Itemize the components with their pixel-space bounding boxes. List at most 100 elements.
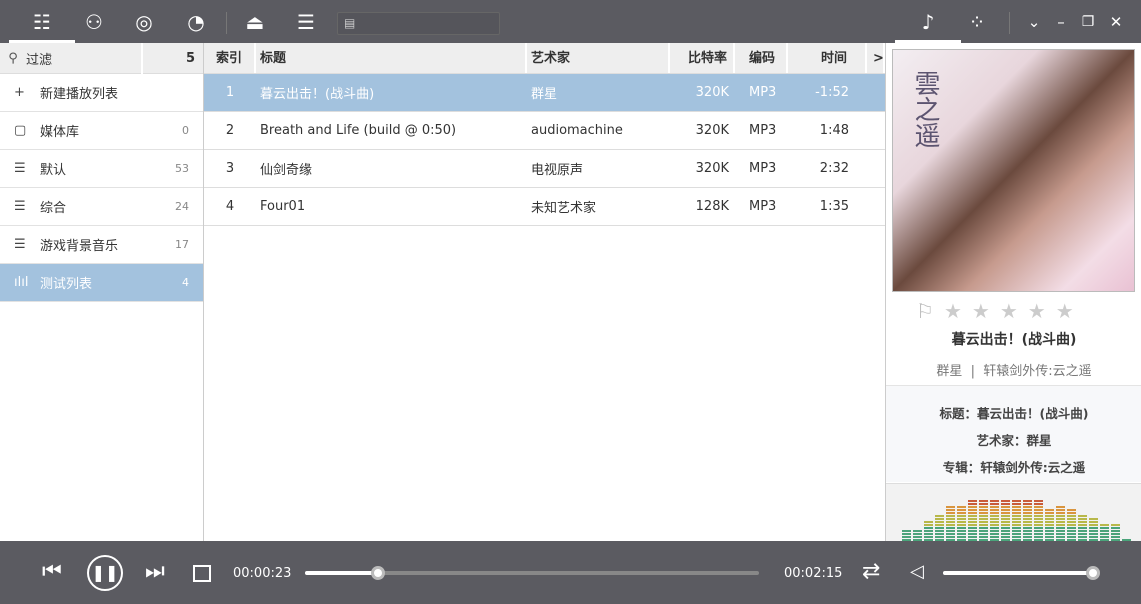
- sidebar: ⚲ 过滤 5 + 新建播放列表 ▢ 媒体库 0 ☰ 默认 53 ☰ 综合 24 …: [0, 42, 204, 541]
- spectrum-bar: [1001, 530, 1010, 532]
- spectrum-bar: [1034, 518, 1043, 520]
- pause-button[interactable]: ❚❚: [87, 555, 123, 591]
- spectrum-bar: [1056, 530, 1065, 532]
- spectrum-bar: [968, 503, 977, 505]
- playlist-icon[interactable]: ☷: [9, 8, 75, 43]
- sidebar-item-label: 新建播放列表: [40, 87, 119, 102]
- apps-icon[interactable]: ⁘: [962, 8, 992, 36]
- bookmark-icon[interactable]: ⚐: [916, 299, 934, 323]
- player-controls: ⏮ ❚❚ ⏭ 00:00:23 00:02:15 ⇄ ◁: [0, 541, 1141, 604]
- spectrum-bar: [1056, 527, 1065, 529]
- spectrum-bar: [1023, 518, 1032, 520]
- spectrum-bar: [1089, 521, 1098, 523]
- spectrum-bar: [1078, 533, 1087, 535]
- progress-handle[interactable]: [370, 566, 385, 580]
- sidebar-item[interactable]: ☰ 游戏背景音乐 17: [0, 226, 203, 264]
- sidebar-item[interactable]: ☰ 综合 24: [0, 188, 203, 226]
- table-row[interactable]: 1 暮云出击！(战斗曲) 群星 320K MP3 -1:52: [204, 74, 885, 112]
- user-icon[interactable]: ⚇: [79, 8, 109, 36]
- column-header[interactable]: >: [867, 43, 885, 73]
- spectrum-bar: [979, 536, 988, 538]
- spectrum-bar: [924, 533, 933, 535]
- sidebar-item-count: 17: [175, 238, 189, 251]
- spectrum-bar: [1012, 521, 1021, 523]
- previous-icon[interactable]: ⏮: [42, 559, 62, 584]
- gauge-icon[interactable]: ◔: [181, 8, 211, 36]
- column-header[interactable]: 艺术家: [527, 43, 670, 73]
- spectrum-bar: [990, 515, 999, 517]
- spectrum-bar: [1034, 521, 1043, 523]
- star-icon[interactable]: ★: [1056, 299, 1074, 323]
- eject-icon[interactable]: ⏏: [240, 8, 270, 36]
- table-cell: -1:52: [815, 85, 849, 100]
- spectrum-bar: [990, 503, 999, 505]
- table-row[interactable]: 2 Breath and Life (build @ 0:50) audiomach…: [204, 112, 885, 150]
- restore-icon[interactable]: ❐: [1073, 8, 1103, 36]
- close-icon[interactable]: ✕: [1101, 8, 1131, 36]
- table-row[interactable]: 3 仙剑奇缘 电视原声 320K MP3 2:32: [204, 150, 885, 188]
- spectrum-bar: [1056, 521, 1065, 523]
- spectrum-bar: [924, 527, 933, 529]
- repeat-icon[interactable]: ⇄: [862, 559, 880, 584]
- document-icon: ▤: [344, 16, 356, 30]
- spectrum-bar: [1012, 512, 1021, 514]
- sidebar-item[interactable]: ▢ 媒体库 0: [0, 112, 203, 150]
- top-toolbar: ☷ ⚇ ◎ ◔ ⏏ ☰ ▤ ♪ ⁘ ⌄ – ❐ ✕: [0, 0, 1141, 43]
- spectrum-bar: [1056, 512, 1065, 514]
- spectrum-bar: [979, 515, 988, 517]
- column-header[interactable]: 索引: [204, 43, 256, 73]
- star-icon[interactable]: ★: [972, 299, 990, 323]
- star-icon[interactable]: ★: [944, 299, 962, 323]
- star-icon[interactable]: ★: [1028, 299, 1046, 323]
- next-icon[interactable]: ⏭: [145, 559, 165, 584]
- volume-slider[interactable]: [943, 566, 1100, 580]
- column-header[interactable]: 比特率: [670, 43, 735, 73]
- spectrum-bar: [990, 518, 999, 520]
- search-input[interactable]: ▤: [337, 12, 500, 35]
- table-row[interactable]: 4 Four01 未知艺术家 128K MP3 1:35: [204, 188, 885, 226]
- spectrum-bar: [1111, 527, 1120, 529]
- bars-icon: ılıl: [14, 275, 29, 290]
- minimize-icon[interactable]: –: [1046, 8, 1076, 36]
- filter-count: 5: [141, 42, 203, 74]
- table-cell: MP3: [749, 161, 777, 176]
- progress-slider[interactable]: [305, 566, 759, 580]
- spectrum-bar: [1078, 515, 1087, 517]
- sidebar-item[interactable]: + 新建播放列表: [0, 74, 203, 112]
- spectrum-bar: [979, 509, 988, 511]
- table-cell: 4: [225, 199, 235, 214]
- spectrum-bar: [1023, 515, 1032, 517]
- stop-button[interactable]: [193, 565, 211, 582]
- table-cell: 2:32: [819, 161, 849, 176]
- column-header[interactable]: 时间: [788, 43, 867, 73]
- spectrum-bar: [968, 524, 977, 526]
- spectrum-bar: [1089, 527, 1098, 529]
- now-subtitle: 群星 | 轩辕剑外传:云之遥: [936, 364, 1092, 379]
- column-header[interactable]: 编码: [735, 43, 788, 73]
- music-note-icon[interactable]: ♪: [895, 8, 961, 43]
- sidebar-item[interactable]: ☰ 默认 53: [0, 150, 203, 188]
- column-header[interactable]: 标题: [256, 43, 527, 73]
- spectrum-bar: [946, 521, 955, 523]
- rating[interactable]: ⚐ ★ ★ ★ ★ ★: [916, 299, 1074, 323]
- spectrum-bar: [979, 521, 988, 523]
- disc-icon[interactable]: ◎: [129, 8, 159, 36]
- sidebar-item-label: 媒体库: [40, 125, 80, 140]
- spectrum-bar: [979, 524, 988, 526]
- filter-bar[interactable]: ⚲ 过滤 5: [0, 42, 203, 74]
- spectrum-bar: [1078, 536, 1087, 538]
- star-icon[interactable]: ★: [1000, 299, 1018, 323]
- sidebar-item[interactable]: ılıl 测试列表 4: [0, 264, 203, 302]
- sidebar-item-count: 0: [182, 124, 189, 137]
- spectrum-bar: [946, 515, 955, 517]
- chevron-down-icon[interactable]: ⌄: [1019, 8, 1049, 36]
- volume-handle[interactable]: [1086, 566, 1100, 580]
- spectrum-bar: [1012, 527, 1021, 529]
- spectrum-bar: [946, 518, 955, 520]
- spectrum-bar: [957, 521, 966, 523]
- search-icon: ⚲: [8, 50, 18, 66]
- equalizer-icon[interactable]: ☰: [291, 8, 321, 36]
- volume-icon[interactable]: ◁: [910, 561, 924, 582]
- spectrum-bar: [1067, 536, 1076, 538]
- spectrum-bar: [979, 506, 988, 508]
